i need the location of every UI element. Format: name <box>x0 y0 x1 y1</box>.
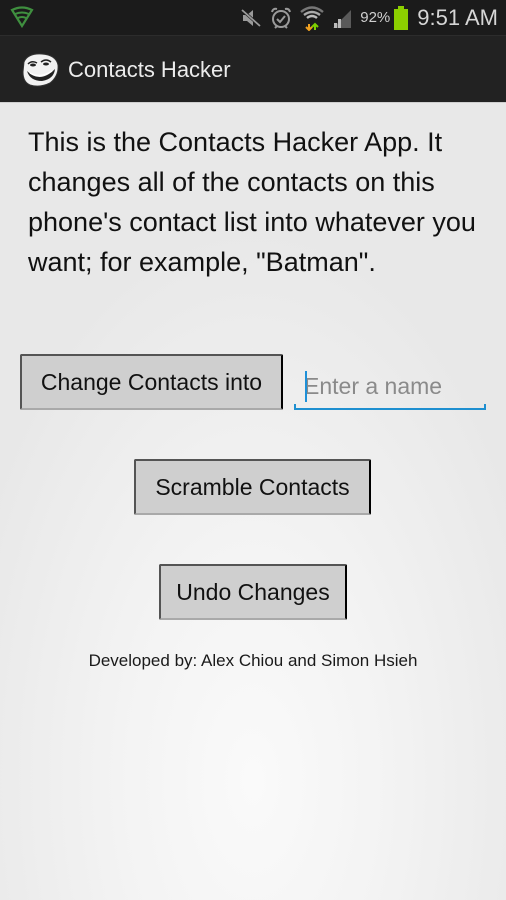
shield-wifi-icon <box>10 6 34 29</box>
clock: 9:51 AM <box>417 4 498 30</box>
name-input[interactable] <box>304 366 482 406</box>
undo-changes-button[interactable]: Undo Changes <box>159 564 347 620</box>
alarm-icon <box>269 6 293 30</box>
text-cursor <box>305 371 307 402</box>
credits-text: Developed by: Alex Chiou and Simon Hsieh <box>88 651 418 670</box>
battery-icon <box>394 5 409 30</box>
battery-percent: 92% <box>360 9 391 26</box>
intro-text: This is the Contacts Hacker App. It chan… <box>28 127 476 277</box>
input-underline <box>294 404 486 410</box>
signal-icon <box>331 7 353 29</box>
trollface-icon[interactable] <box>20 52 60 88</box>
scramble-contacts-button[interactable]: Scramble Contacts <box>134 459 371 515</box>
status-bar: 92% 9:51 AM <box>0 0 506 35</box>
main-content: This is the Contacts Hacker App. It chan… <box>0 102 506 900</box>
wifi-data-icon <box>300 5 325 31</box>
change-contacts-button[interactable]: Change Contacts into <box>20 354 283 410</box>
app-title: Contacts Hacker <box>68 57 231 82</box>
name-input-field[interactable] <box>294 364 486 410</box>
mute-icon <box>240 8 262 28</box>
action-bar: Contacts Hacker <box>0 35 506 102</box>
